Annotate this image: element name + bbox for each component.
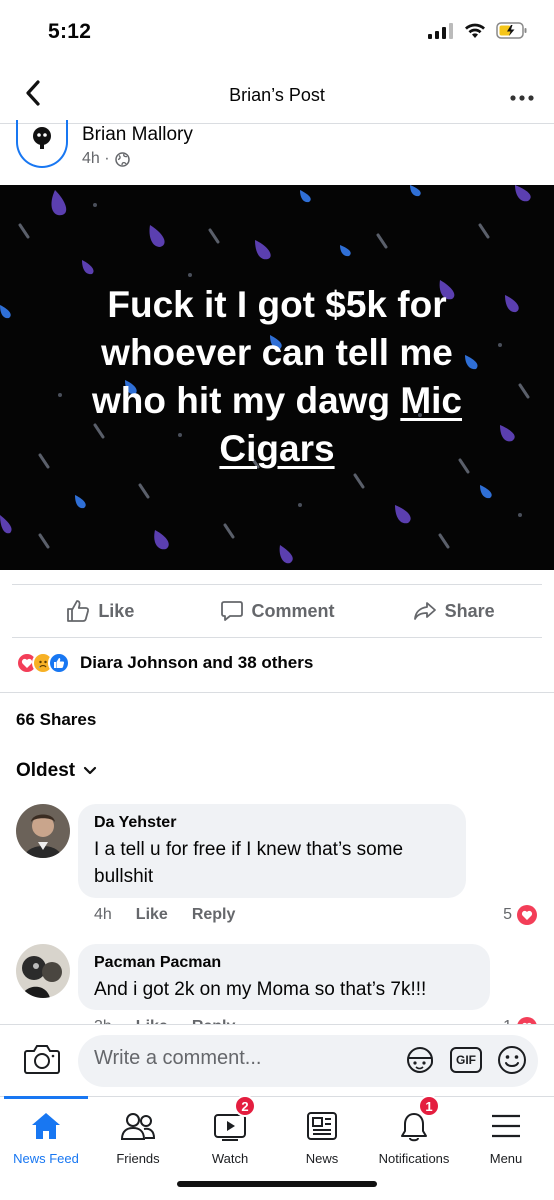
comment-sort-dropdown[interactable]: Oldest [16, 760, 97, 782]
post-time: 4h · [82, 150, 110, 167]
news-icon [307, 1112, 337, 1140]
commenter-avatar[interactable] [16, 944, 70, 998]
camera-icon [24, 1045, 60, 1074]
divider [0, 692, 554, 693]
post-link-cigars[interactable]: Cigars [219, 428, 334, 469]
watch-badge: 2 [234, 1095, 256, 1117]
post-text-line-3: who hit my dawg [91, 380, 401, 421]
comment-input[interactable] [94, 1047, 384, 1070]
tab-label: Watch [211, 1151, 249, 1166]
comment-text: And i got 2k on my Moma so that’s 7k!!! [94, 979, 427, 1000]
comment-bubble[interactable]: Da Yehster I a tell u for free if I knew… [78, 804, 466, 898]
tab-notifications[interactable]: 1 Notifications [368, 1095, 460, 1177]
tab-label: Notifications [378, 1151, 450, 1166]
comment-reply-button[interactable]: Reply [192, 906, 236, 924]
tab-watch[interactable]: 2 Watch [184, 1095, 276, 1177]
tab-news[interactable]: News [276, 1097, 368, 1177]
comment-icon [220, 601, 243, 621]
tab-label: Menu [489, 1151, 523, 1166]
comment-input-container[interactable]: GIF [78, 1035, 538, 1087]
friends-icon [120, 1113, 156, 1140]
like-reaction-icon [48, 652, 70, 674]
commenter-avatar[interactable] [16, 804, 70, 858]
share-button[interactable]: Share [365, 585, 542, 637]
tab-friends[interactable]: Friends [92, 1097, 184, 1177]
tab-label: News Feed [13, 1151, 79, 1166]
signal-icon [428, 22, 453, 39]
post-meta: 4h · [82, 150, 130, 168]
author-name[interactable]: Brian Mallory [82, 124, 193, 146]
page-title: Brian’s Post [229, 85, 325, 105]
comment-time: 4h [94, 906, 112, 923]
reactions-text: Diara Johnson and 38 others [80, 653, 314, 672]
chevron-down-icon [84, 766, 97, 775]
tab-news-feed[interactable]: News Feed [0, 1096, 92, 1177]
more-options-button[interactable] [510, 82, 534, 108]
share-label: Share [444, 600, 495, 621]
post-text-line-1: Fuck it I got $5k for [107, 284, 447, 325]
home-icon [32, 1113, 60, 1139]
wifi-icon [465, 23, 485, 38]
emoji-icon[interactable] [496, 1044, 528, 1076]
shares-count[interactable]: 66 Shares [16, 710, 96, 730]
reaction-icons [16, 652, 70, 674]
tab-menu[interactable]: Menu [460, 1097, 552, 1177]
like-button[interactable]: Like [12, 585, 189, 637]
composer-icons: GIF [404, 1044, 528, 1076]
comment-item: Da Yehster I a tell u for free if I knew… [16, 804, 546, 926]
camera-button[interactable] [24, 1043, 60, 1080]
comment-label: Comment [251, 600, 335, 621]
tab-label: Friends [116, 1151, 160, 1166]
share-icon [413, 602, 436, 620]
home-indicator [177, 1181, 377, 1187]
navigation-bar: Brian’s Post [0, 66, 554, 124]
reactions-summary[interactable]: Diara Johnson and 38 others [16, 652, 313, 674]
post-actions: Like Comment Share [12, 584, 542, 638]
comment-reaction-number: 5 [503, 906, 512, 923]
thumbs-up-icon [67, 600, 90, 622]
author-avatar[interactable] [16, 120, 68, 168]
comment-composer: GIF [0, 1024, 554, 1096]
like-label: Like [98, 600, 135, 621]
more-icon [510, 95, 534, 101]
comment-item: Pacman Pacman And i got 2k on my Moma so… [16, 944, 546, 1037]
post-text: Fuck it I got $5k for whoever can tell m… [0, 281, 554, 473]
battery-icon [496, 22, 527, 39]
comment-text: I a tell u for free if I knew that’s som… [94, 839, 404, 887]
tab-label: News [305, 1151, 339, 1166]
avatar-photo [16, 944, 70, 998]
status-icons [428, 22, 528, 39]
globe-icon [114, 151, 130, 167]
sticker-icon[interactable] [404, 1044, 436, 1076]
notifications-badge: 1 [418, 1095, 440, 1117]
comment-reaction-count[interactable]: 5 [503, 904, 538, 926]
comment-button[interactable]: Comment [189, 585, 366, 637]
menu-icon [492, 1114, 520, 1138]
commenter-name[interactable]: Pacman Pacman [94, 954, 474, 972]
post-text-line-2: whoever can tell me [101, 332, 453, 373]
post-link-mic[interactable]: Mic [400, 380, 462, 421]
commenter-name[interactable]: Da Yehster [94, 814, 450, 832]
status-time: 5:12 [48, 20, 92, 43]
avatar-photo [16, 804, 70, 858]
gif-button[interactable]: GIF [450, 1047, 482, 1073]
sort-label: Oldest [16, 760, 76, 781]
love-reaction-icon [517, 905, 537, 925]
avatar-icon [33, 127, 51, 149]
post-header: Brian Mallory 4h · [0, 120, 554, 184]
comment-like-button[interactable]: Like [136, 906, 168, 924]
post-image[interactable]: Fuck it I got $5k for whoever can tell m… [0, 185, 554, 570]
comment-bubble[interactable]: Pacman Pacman And i got 2k on my Moma so… [78, 944, 490, 1010]
status-bar: 5:12 [0, 0, 554, 66]
comment-meta: 4h Like Reply [94, 906, 235, 924]
